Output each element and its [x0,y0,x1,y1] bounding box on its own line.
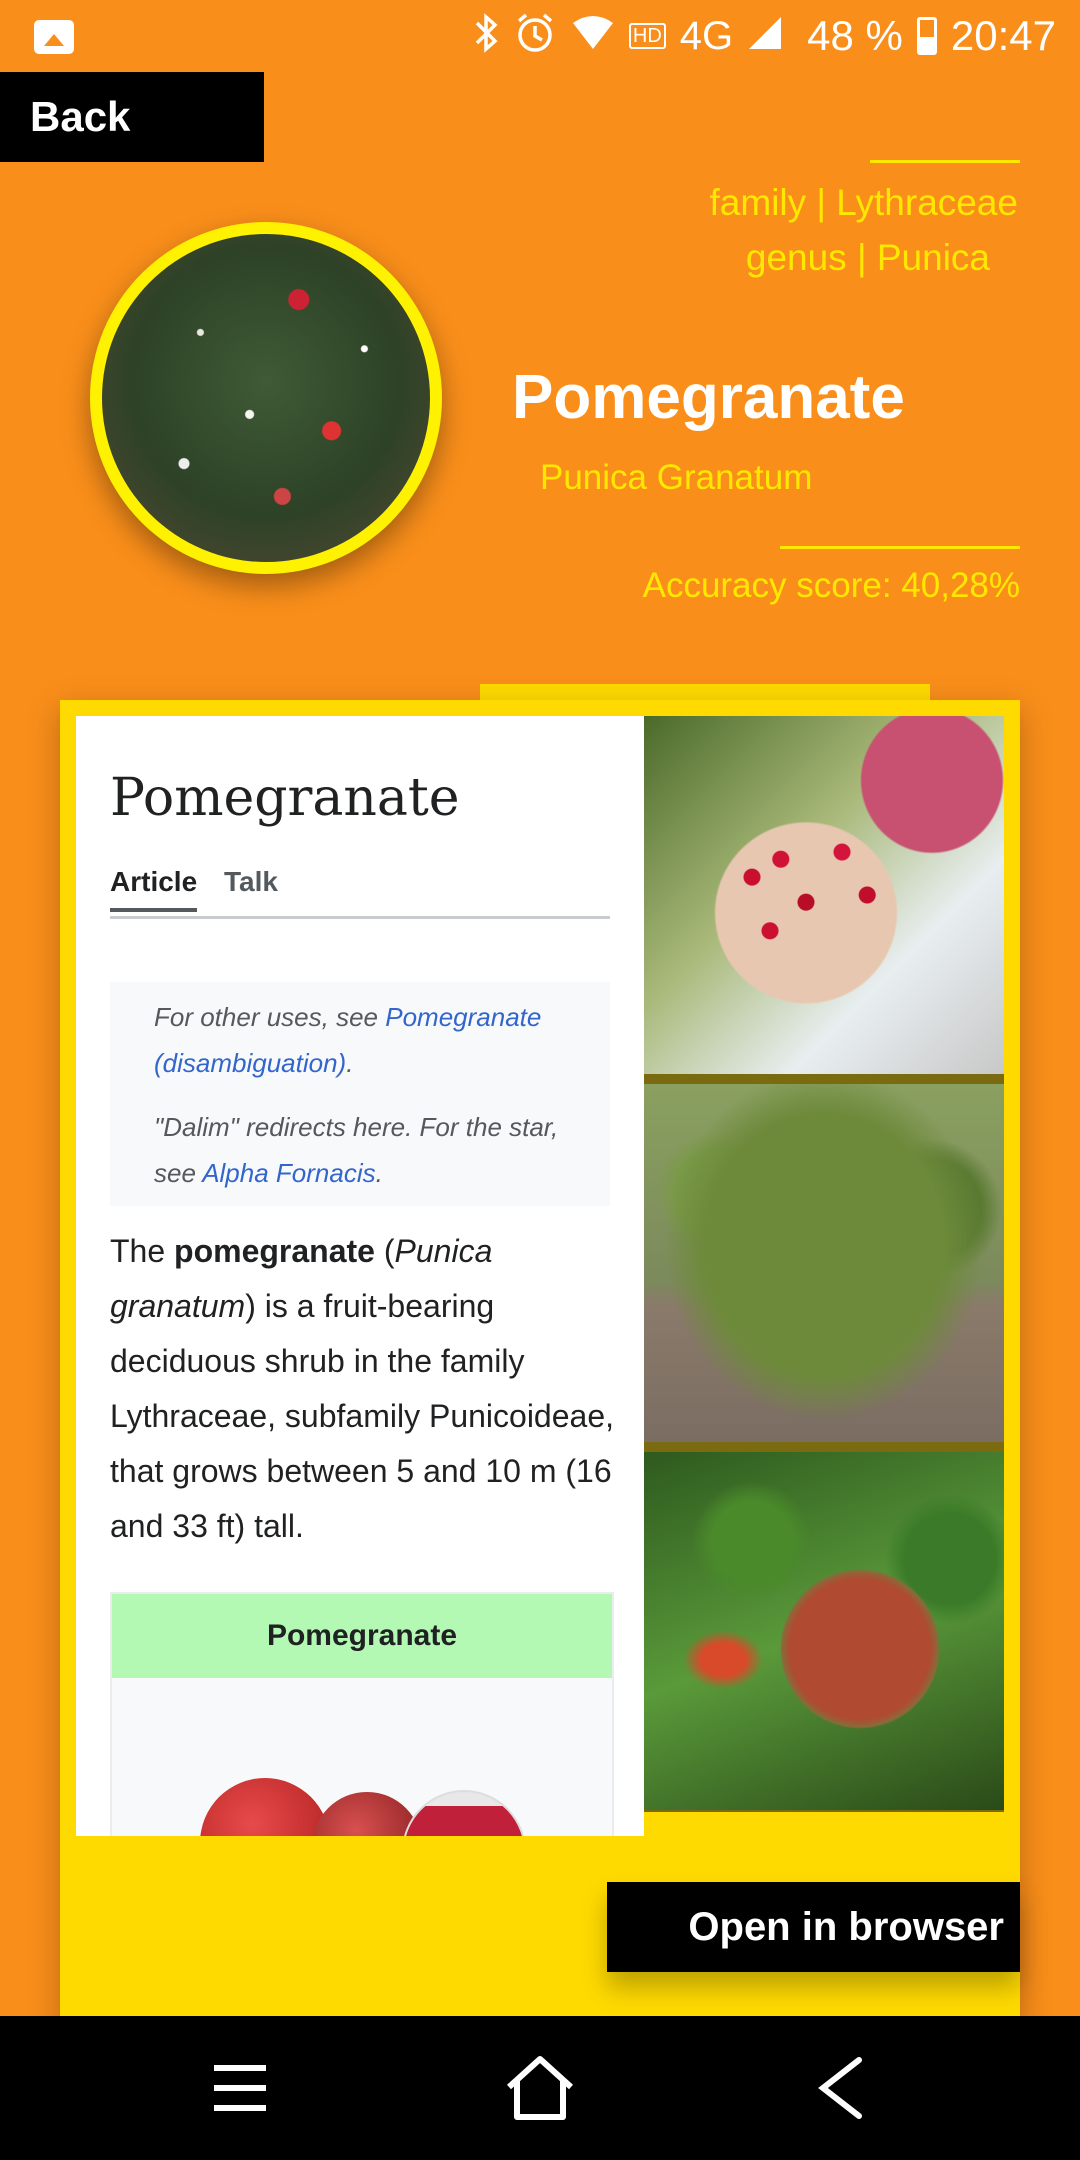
hatnote-text: For other uses, see [154,1002,386,1032]
tab-talk[interactable]: Talk [224,866,278,898]
home-icon[interactable] [480,2016,600,2160]
infobox-image [200,1778,330,1836]
tab-article[interactable]: Article [110,866,198,912]
hatnote: For other uses, see Pomegranate (disambi… [110,982,610,1206]
infobox-title: Pomegranate [112,1594,612,1678]
infobox: Pomegranate [110,1592,614,1836]
status-bar: HD 4G 48 % 20:47 [0,0,1080,72]
hatnote-other-uses: For other uses, see Pomegranate (disambi… [154,994,574,1086]
taxonomy-divider-top [870,160,1020,163]
hatnote-text: . [375,1158,383,1188]
menu-icon[interactable] [180,2016,300,2160]
body-text: ( [374,1233,395,1269]
genus-label: genus | Punica [745,237,990,278]
back-button[interactable]: Back [0,72,264,162]
signal-icon [747,15,783,58]
battery-percent: 48 % [807,12,903,59]
body-bold-term: pomegranate [174,1233,375,1269]
gallery-photo-shrub[interactable] [644,1084,1004,1442]
hd-badge: HD [628,23,666,49]
alarm-icon [513,11,557,62]
alpha-fornacis-link[interactable]: Alpha Fornacis [202,1158,375,1188]
network-type: 4G [679,13,734,58]
gallery-notification-icon [34,20,74,54]
gallery-photo-fruit-flower[interactable] [644,1452,1004,1810]
wikipedia-preview[interactable]: Pomegranate Article Talk For other uses,… [76,716,644,1836]
back-nav-icon[interactable] [780,2016,900,2160]
battery-icon [916,17,937,55]
status-icons: HD 4G 48 % 20:47 [473,10,1056,62]
plant-photo [102,234,430,562]
photo-gallery [644,716,1004,1812]
open-in-browser-button[interactable]: Open in browser [607,1882,1020,1972]
navigation-bar [0,2016,1080,2160]
bluetooth-icon [473,12,499,60]
species-latin-name: Punica Granatum [540,458,813,497]
wifi-icon [571,15,615,58]
gallery-photo-fruit-open[interactable] [644,716,1004,1074]
body-text: The [110,1233,175,1269]
infobox-image [402,1790,526,1836]
wiki-tabs: Article Talk [110,866,610,919]
info-panel: Pomegranate Article Talk For other uses,… [60,700,1020,2030]
species-name: Pomegranate [512,363,905,432]
hatnote-redirect: "Dalim" redirects here. For the star, se… [154,1104,574,1196]
wiki-lead-paragraph: The pomegranate (Punica granatum) is a f… [110,1224,620,1554]
plant-photo-avatar [90,222,442,574]
wiki-title: Pomegranate [110,768,460,828]
accuracy-score: Accuracy score: 40,28% [642,566,1020,605]
body-text: ) is a fruit-bearing deciduous shrub in … [110,1288,614,1544]
clock: 20:47 [950,12,1056,59]
accuracy-divider [780,546,1020,549]
family-label: family | Lythraceae [709,182,1018,223]
hatnote-text: . [346,1048,354,1078]
